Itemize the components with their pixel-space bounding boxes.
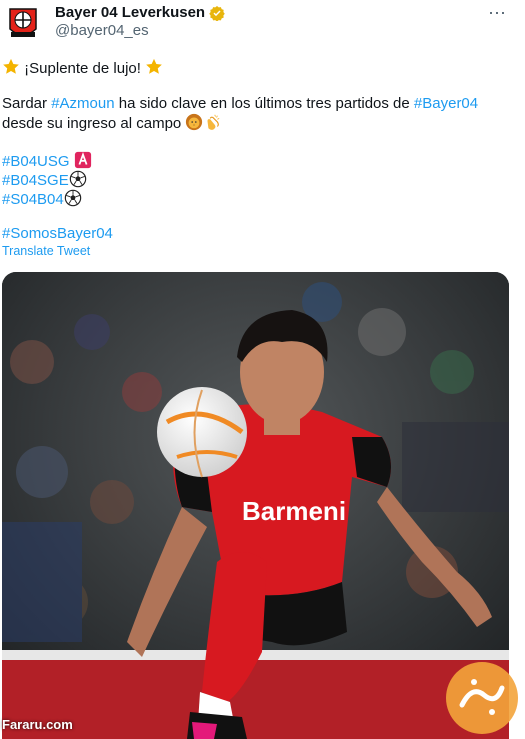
tweet-line-3: desde su ingreso al campo	[2, 113, 221, 134]
clap-icon	[207, 114, 220, 130]
player-photo-illustration: Barmeni	[2, 272, 509, 739]
display-name[interactable]: Bayer 04 Leverkusen	[55, 4, 205, 21]
hashtag-b04sge[interactable]: #B04SGE	[2, 172, 69, 189]
tweet-text-span: ha sido clave en los últimos tres partid…	[114, 95, 414, 112]
soccer-ball-icon	[69, 170, 86, 188]
tweet-header: Bayer 04 Leverkusen @bayer04_es ⋯	[0, 0, 525, 48]
tweet-photo[interactable]: Barmeni	[2, 272, 509, 739]
tweet-line-5: #B04SGE	[2, 170, 87, 191]
hashtag-azmoun[interactable]: #Azmoun	[51, 95, 114, 112]
tweet-line-4: #B04USG	[2, 151, 92, 172]
hashtag-bayer04[interactable]: #Bayer04	[414, 95, 478, 112]
avatar[interactable]	[2, 3, 44, 43]
star-icon	[3, 58, 19, 74]
tweet-line-7: #SomosBayer04	[2, 224, 113, 244]
a-button-icon	[74, 151, 91, 169]
hashtag-s04b04[interactable]: #S04B04	[2, 191, 64, 208]
tweet-line-1-text: ¡Suplente de lujo!	[24, 60, 141, 77]
tweet-text-span: desde su ingreso al campo	[2, 115, 182, 132]
tweet-line-6: #S04B04	[2, 189, 82, 210]
account-handle[interactable]: @bayer04_es	[55, 22, 149, 39]
verified-badge-icon	[209, 5, 225, 21]
lion-icon	[186, 113, 203, 131]
more-icon[interactable]: ⋯	[488, 3, 507, 24]
bayer-logo-icon	[4, 4, 42, 42]
hashtag-b04usg[interactable]: #B04USG	[2, 153, 70, 170]
tweet-text-span: Sardar	[2, 95, 52, 112]
hashtag-somosbayer04[interactable]: #SomosBayer04	[2, 225, 113, 242]
watermark-text: Fararu.com	[2, 717, 73, 732]
tweet-line-2: Sardar #Azmoun ha sido clave en los últi…	[2, 94, 478, 114]
shirt-sponsor-text: Barmeni	[242, 496, 346, 526]
fararu-logo-icon	[446, 662, 518, 734]
tweet-line-1: ¡Suplente de lujo!	[2, 58, 163, 79]
soccer-ball-icon	[64, 189, 81, 207]
translate-tweet-link[interactable]: Translate Tweet	[2, 244, 90, 258]
star-icon	[146, 58, 162, 74]
